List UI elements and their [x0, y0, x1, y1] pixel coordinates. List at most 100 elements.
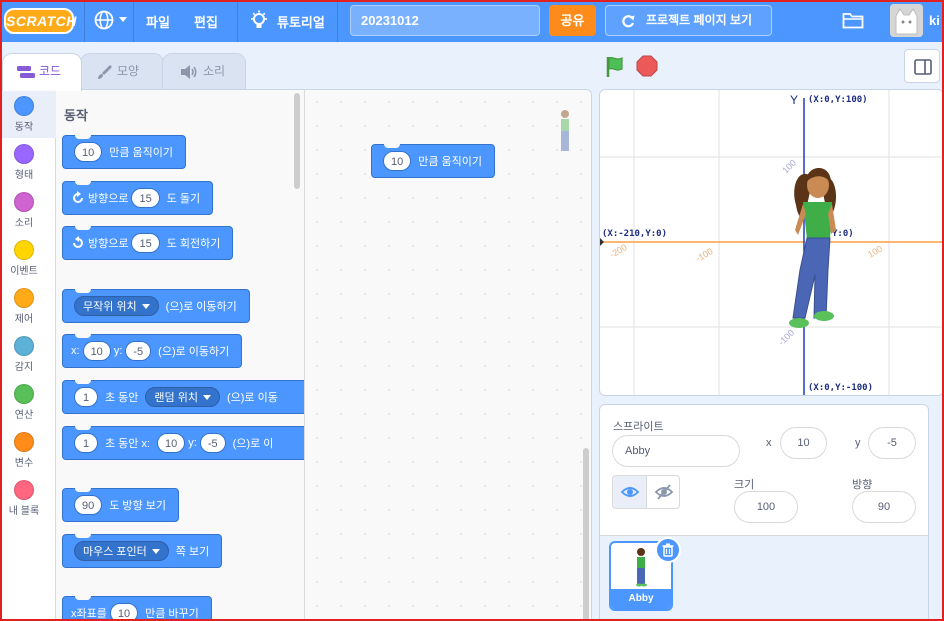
- tab-code[interactable]: 코드: [2, 53, 82, 91]
- category-events[interactable]: 이벤트: [1, 234, 56, 282]
- x-input[interactable]: 10: [82, 341, 111, 361]
- see-project-page-button[interactable]: 프로젝트 페이지 보기: [605, 5, 772, 36]
- sprite-list: Abby: [600, 535, 928, 621]
- script-workspace[interactable]: 10 만큼 움직이기: [305, 90, 591, 620]
- block-text: 만큼 바꾸기: [145, 608, 199, 620]
- dropdown-value: 마우스 포인터: [83, 546, 147, 558]
- rotate-left-icon: [73, 236, 83, 248]
- glide-target-dropdown[interactable]: 랜덤 위치: [145, 387, 220, 407]
- change-x-input[interactable]: 10: [109, 603, 139, 620]
- language-caret-icon[interactable]: [119, 17, 127, 22]
- menu-divider: [133, 0, 134, 42]
- tab-sounds[interactable]: 소리: [162, 53, 246, 89]
- seconds-input[interactable]: 1: [74, 387, 98, 407]
- speaker-icon: [181, 64, 197, 79]
- small-stage-icon: [914, 59, 932, 75]
- block-text: (으)로 이동하기: [165, 301, 237, 313]
- y-label: y: [855, 437, 861, 449]
- workspace-move-steps-block[interactable]: 10 만큼 움직이기: [371, 144, 496, 178]
- tab-costumes[interactable]: 모양: [80, 53, 164, 89]
- direction-input[interactable]: 90: [852, 491, 916, 523]
- sprite-name-input[interactable]: Abby: [612, 435, 740, 467]
- x-axis-arrow-icon: [600, 238, 604, 246]
- degrees-input[interactable]: 15: [131, 233, 160, 253]
- y-input[interactable]: -5: [199, 433, 226, 453]
- username[interactable]: ki: [929, 13, 940, 28]
- x-position-input[interactable]: 10: [780, 427, 827, 459]
- category-dot: [14, 288, 34, 308]
- sprite-tile-name: Abby: [611, 589, 671, 609]
- degrees-input[interactable]: 15: [131, 188, 160, 208]
- x-tick-label: -100: [694, 246, 715, 264]
- category-sensing[interactable]: 감지: [1, 330, 56, 378]
- point-towards-block[interactable]: 마우스 포인터 쪽 보기: [62, 534, 223, 568]
- category-my-blocks[interactable]: 내 블록: [1, 474, 56, 522]
- point-in-direction-block[interactable]: 90 도 방향 보기: [62, 488, 179, 522]
- y-input[interactable]: -5: [125, 341, 152, 361]
- category-looks[interactable]: 형태: [1, 138, 56, 186]
- seconds-input[interactable]: 1: [74, 433, 98, 453]
- turn-right-block[interactable]: 방향으로 15 도 돌기: [62, 181, 214, 215]
- category-label: 동작: [14, 122, 34, 133]
- project-title-input[interactable]: 20231012: [350, 5, 540, 36]
- block-palette: 동작 10 만큼 움직이기 방향으로 15 도 돌기 방향으로 15 도 회전하…: [56, 90, 305, 620]
- abby-sprite[interactable]: [789, 168, 836, 328]
- my-stuff-folder-icon[interactable]: [842, 10, 864, 30]
- scratch-logo[interactable]: SCRATCH: [4, 8, 76, 34]
- hide-sprite-button[interactable]: [647, 476, 679, 508]
- move-steps-block[interactable]: 10 만큼 움직이기: [62, 135, 187, 169]
- coord-label-left: (X:-210,Y:0): [602, 229, 667, 239]
- stage-layout-button[interactable]: [904, 49, 940, 83]
- category-sound[interactable]: 소리: [1, 186, 56, 234]
- block-text: 도 방향 보기: [109, 500, 166, 512]
- go-to-target-dropdown[interactable]: 무작위 위치: [74, 296, 159, 316]
- show-sprite-button[interactable]: [613, 476, 647, 508]
- block-text: 만큼 움직이기: [109, 147, 174, 159]
- direction-label: 방향: [852, 479, 873, 491]
- size-input[interactable]: 100: [734, 491, 798, 523]
- share-button[interactable]: 공유: [549, 5, 596, 36]
- stage-canvas: Y (X:0,Y:100) (X:-210,Y:0) Y:0) (X:0,Y:-…: [600, 90, 943, 395]
- delete-sprite-button[interactable]: [655, 537, 681, 563]
- x-tick-label: -200: [608, 242, 629, 260]
- block-text: y:: [113, 345, 123, 357]
- category-motion[interactable]: 동작: [1, 90, 56, 138]
- coord-label-bottom: (X:0,Y:-100): [808, 383, 873, 393]
- block-text: 도 회전하기: [166, 238, 221, 250]
- lightbulb-icon[interactable]: [249, 10, 269, 32]
- workspace-scrollbar[interactable]: [583, 448, 589, 620]
- x-input[interactable]: 10: [157, 433, 186, 453]
- globe-icon[interactable]: [94, 10, 114, 30]
- category-label: 감지: [14, 362, 34, 373]
- go-to-block[interactable]: 무작위 위치 (으)로 이동하기: [62, 289, 250, 323]
- point-towards-dropdown[interactable]: 마우스 포인터: [74, 541, 169, 561]
- category-control[interactable]: 제어: [1, 282, 56, 330]
- glide-to-block[interactable]: 1 초 동안 랜덤 위치 (으)로 이동: [62, 380, 304, 414]
- category-operators[interactable]: 연산: [1, 378, 56, 426]
- file-menu[interactable]: 파일: [146, 12, 170, 31]
- dropdown-value: 무작위 위치: [83, 301, 137, 313]
- go-to-xy-block[interactable]: x: 10 y: -5 (으)로 이동하기: [62, 334, 243, 368]
- category-dot: [14, 384, 34, 404]
- change-x-block[interactable]: x좌표를 10 만큼 바꾸기: [62, 596, 212, 620]
- block-text: 방향으로: [88, 193, 129, 205]
- stop-icon[interactable]: [636, 55, 658, 77]
- palette-scrollbar[interactable]: [294, 93, 300, 189]
- block-text: 쪽 보기: [175, 546, 210, 558]
- green-flag-icon[interactable]: [603, 55, 627, 79]
- user-avatar[interactable]: [890, 4, 923, 37]
- turn-left-block[interactable]: 방향으로 15 도 회전하기: [62, 226, 234, 260]
- category-variables[interactable]: 변수: [1, 426, 56, 474]
- steps-input[interactable]: 10: [74, 142, 103, 162]
- stage[interactable]: Y (X:0,Y:100) (X:-210,Y:0) Y:0) (X:0,Y:-…: [599, 89, 944, 396]
- block-text: (으)로 이동: [226, 392, 278, 404]
- direction-input[interactable]: 90: [74, 495, 103, 515]
- tutorials-menu[interactable]: 튜토리얼: [277, 12, 325, 31]
- edit-menu[interactable]: 편집: [194, 12, 218, 31]
- steps-input[interactable]: 10: [383, 151, 412, 171]
- menu-divider: [337, 0, 338, 42]
- y-tick-label: 100: [780, 158, 798, 176]
- code-area: 동작 형태 소리 이벤트 제어 감지 연산 변수 내 블록 동작 10 만큼 움…: [0, 89, 592, 621]
- y-position-input[interactable]: -5: [868, 427, 916, 459]
- glide-to-xy-block[interactable]: 1 초 동안 x: 10 y: -5 (으)로 이: [62, 426, 304, 460]
